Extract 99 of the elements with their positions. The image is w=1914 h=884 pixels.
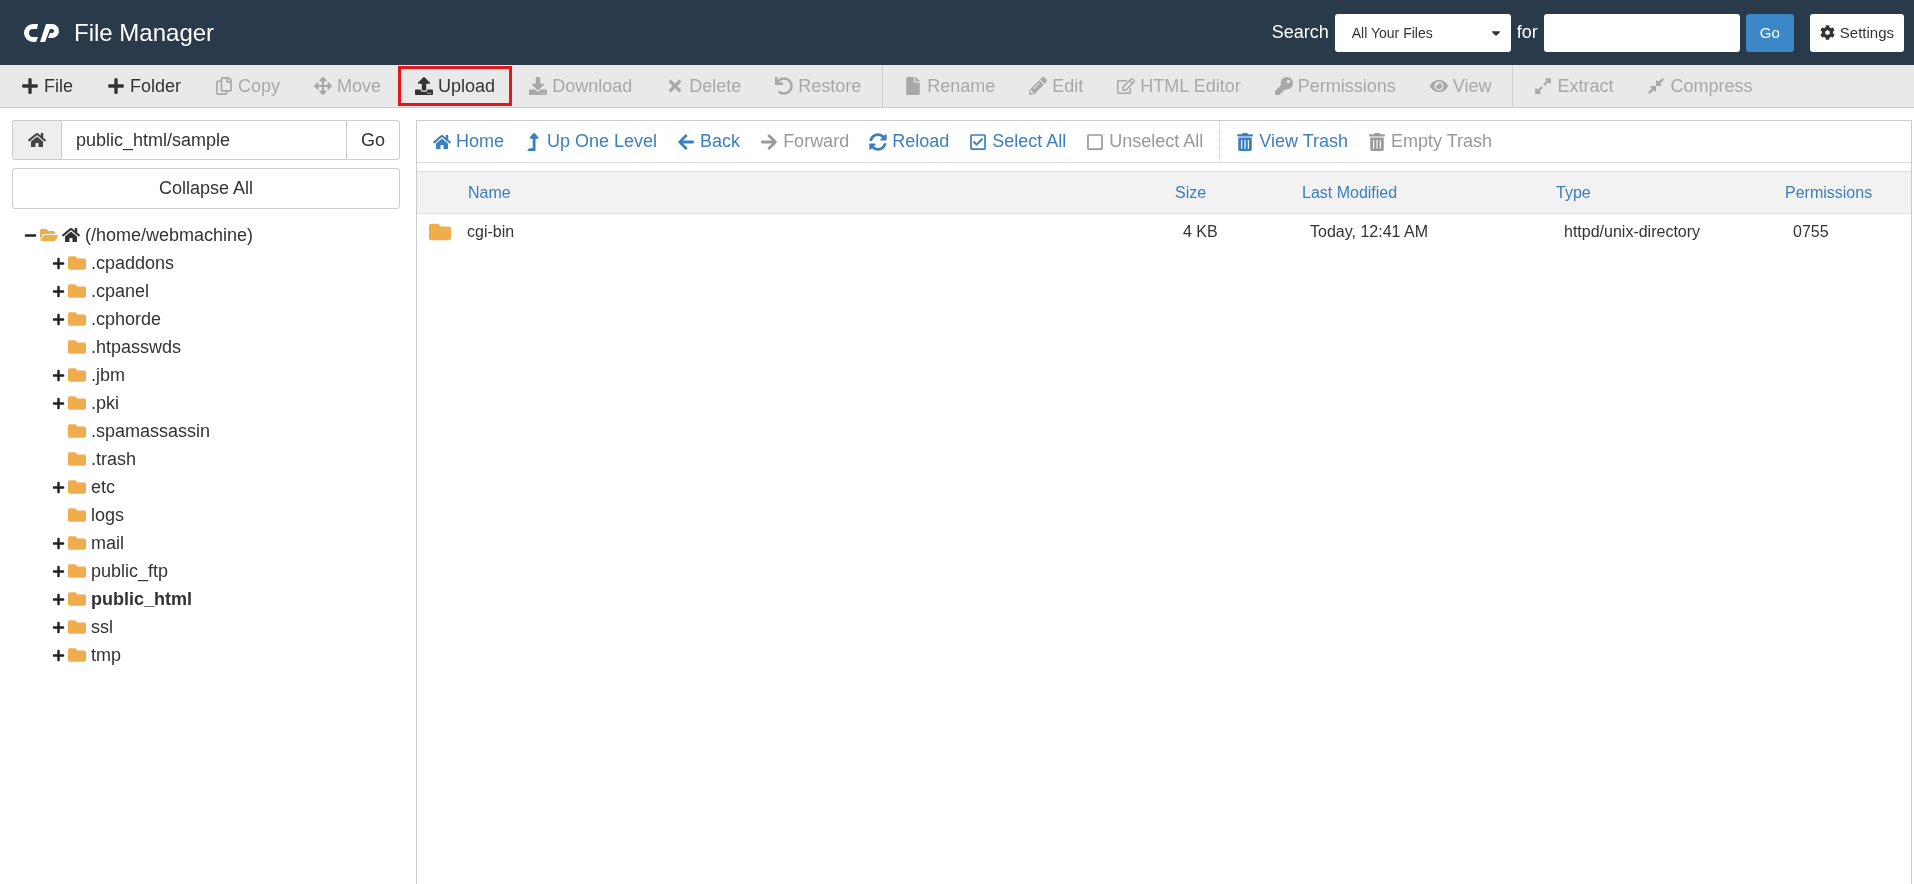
path-field[interactable]: public_html/sample: [62, 120, 346, 160]
column-header[interactable]: Type: [1548, 172, 1777, 214]
tree-item[interactable]: .spamassassin: [91, 420, 211, 442]
tree-item[interactable]: ssl: [91, 616, 113, 638]
nav-button[interactable]: Back: [667, 131, 751, 152]
checkbox-icon: [969, 132, 988, 151]
folder-icon: [68, 534, 86, 552]
table-cell: 4 KB: [1183, 223, 1218, 241]
nav-button[interactable]: Up One Level: [514, 131, 668, 152]
tree-item[interactable]: mail: [91, 532, 124, 554]
tree-item[interactable]: .htpasswds: [91, 336, 182, 358]
plus-icon[interactable]: [52, 312, 65, 326]
table-cell: Today, 12:41 AM: [1310, 223, 1428, 241]
column-header[interactable]: Size: [1167, 172, 1294, 214]
app-title: File Manager: [74, 18, 215, 47]
column-header[interactable]: Last Modified: [1294, 172, 1548, 214]
plus-icon[interactable]: [52, 648, 65, 662]
left-arrow-icon: [677, 132, 696, 151]
undo-icon: [775, 77, 794, 95]
plus-icon[interactable]: [52, 284, 65, 298]
download-icon: [529, 77, 548, 95]
nav-button[interactable]: Reload: [859, 131, 960, 152]
nav-button[interactable]: View Trash: [1226, 131, 1358, 152]
expand-icon: [1534, 77, 1553, 95]
folder-icon: [68, 450, 86, 468]
folder-icon: [68, 422, 86, 440]
settings-button[interactable]: Settings: [1809, 13, 1904, 52]
plus-icon: [107, 77, 125, 95]
collapse-all-button[interactable]: Collapse All: [12, 168, 400, 209]
folder-icon: [68, 646, 86, 664]
home-icon: [28, 131, 46, 149]
folder-icon: [68, 562, 86, 580]
plus-icon[interactable]: [52, 368, 65, 382]
pencil-icon: [1029, 77, 1048, 95]
column-header[interactable]: Name: [417, 172, 1167, 214]
trash-icon: [1236, 132, 1255, 151]
eye-icon: [1429, 77, 1448, 95]
plus-icon[interactable]: [52, 396, 65, 410]
search-label: Search: [1271, 22, 1329, 43]
tree-item[interactable]: public_html: [91, 588, 192, 610]
tree-item[interactable]: logs: [91, 504, 125, 526]
plus-icon[interactable]: [52, 480, 65, 494]
go-button[interactable]: Go: [346, 120, 400, 160]
folder-icon: [68, 338, 86, 356]
go-button[interactable]: Go: [1745, 13, 1794, 52]
tree-item[interactable]: .cpaddons: [91, 252, 175, 274]
home-icon: [62, 226, 80, 244]
table-cell: httpd/unix-directory: [1564, 223, 1701, 241]
right-arrow-icon: [760, 132, 779, 151]
compress-icon: [1647, 77, 1666, 95]
plus-icon[interactable]: [52, 564, 65, 578]
plus-icon: [21, 77, 39, 95]
key-icon: [1274, 77, 1293, 95]
scope-dropdown[interactable]: All Your Files: [1334, 13, 1511, 52]
empty-checkbox-icon: [1086, 132, 1105, 151]
folder-icon: [68, 366, 86, 384]
tree-item[interactable]: public_ftp: [91, 560, 169, 582]
tree-item[interactable]: .trash: [91, 448, 137, 470]
table-cell: cgi-bin: [467, 223, 515, 241]
search-field[interactable]: [1543, 13, 1740, 52]
folder-icon: [68, 310, 86, 328]
folder-icon: [68, 618, 86, 636]
tree-item[interactable]: .pki: [91, 392, 119, 414]
folder-icon: [68, 506, 86, 524]
nav-button[interactable]: Select All: [959, 131, 1077, 152]
plus-icon[interactable]: [52, 256, 65, 270]
edit-icon: [1117, 77, 1136, 95]
nav-button[interactable]: Home: [423, 131, 514, 152]
tree-item[interactable]: .jbm: [91, 364, 125, 386]
folder-icon: [68, 478, 86, 496]
table-cell: 0755: [1793, 223, 1829, 241]
plus-icon[interactable]: [52, 620, 65, 634]
folder-icon: [68, 394, 86, 412]
folder-icon: [68, 590, 86, 608]
toolbar-button[interactable]: Folder: [90, 66, 199, 106]
move-arrows-icon: [314, 77, 333, 95]
folder-icon: [68, 282, 86, 300]
open-folder-icon: [40, 226, 58, 244]
folder-icon: [429, 221, 451, 243]
trash-icon: [1368, 132, 1386, 151]
tree-item[interactable]: tmp: [91, 644, 121, 666]
tree-item[interactable]: .cpanel: [91, 280, 150, 302]
refresh-icon: [869, 132, 888, 151]
upload-icon: [415, 77, 434, 95]
for-label: for: [1516, 22, 1538, 43]
tree-item[interactable]: .cphorde: [91, 308, 162, 330]
plus-icon[interactable]: [52, 592, 65, 606]
toolbar-button[interactable]: File: [4, 66, 90, 106]
tree-item[interactable]: (/home/webmachine): [85, 224, 254, 246]
toolbar-button[interactable]: Upload: [398, 66, 513, 106]
file-icon: [904, 77, 923, 95]
copy-icon: [215, 77, 234, 95]
settings-icon: [1819, 25, 1835, 40]
plus-icon[interactable]: [52, 536, 65, 550]
home-icon: [433, 132, 451, 151]
column-header[interactable]: Permissions: [1777, 172, 1911, 214]
home-button[interactable]: [12, 120, 62, 160]
tree-item[interactable]: etc: [91, 476, 115, 498]
folder-icon: [68, 254, 86, 272]
